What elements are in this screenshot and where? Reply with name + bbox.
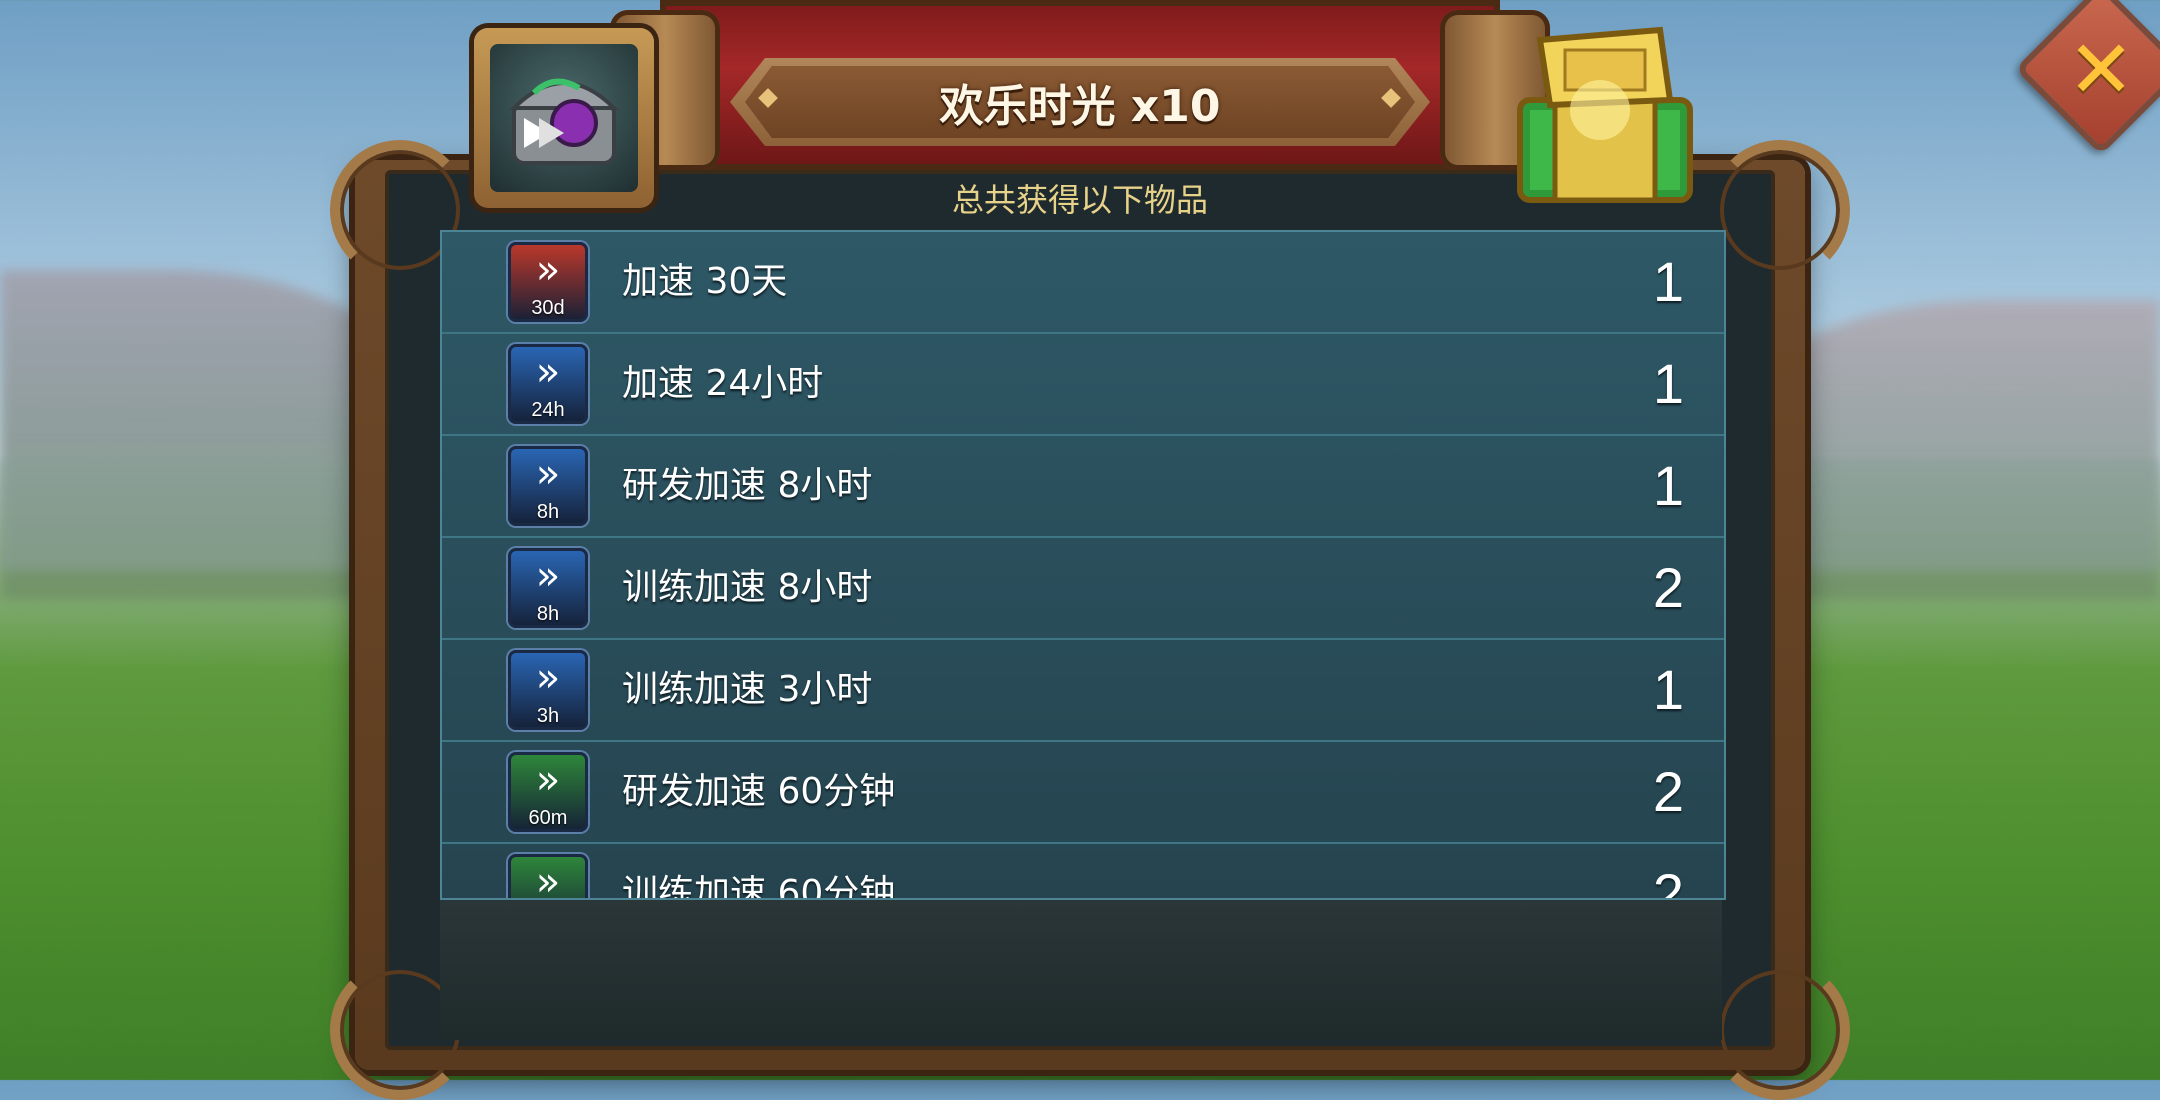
arrow-glyph-icon: »	[535, 859, 561, 900]
item-duration-label: 3h	[536, 705, 560, 727]
item-quantity: 2	[1652, 760, 1684, 823]
arrow-glyph-icon: »	[535, 451, 561, 497]
frame-ornament-bottom-right	[1710, 960, 1850, 1100]
close-icon[interactable]: ✕	[2040, 8, 2160, 130]
item-name: 研发加速 60分钟	[622, 771, 896, 812]
reward-row: » 24h 加速 24小时 1	[442, 334, 1724, 436]
reward-row: » 30d 加速 30天 1	[442, 232, 1724, 334]
speedup-icon: » 30d	[508, 242, 588, 322]
research-speedup-icon: » 60m	[508, 752, 588, 832]
item-quantity: 1	[1652, 352, 1684, 415]
arrow-glyph-icon: »	[535, 349, 561, 395]
item-quantity: 1	[1652, 454, 1684, 517]
item-quantity: 2	[1652, 862, 1684, 900]
item-name: 训练加速 60分钟	[622, 873, 896, 900]
item-duration-label: 60m	[528, 807, 568, 829]
item-name: 训练加速 8小时	[622, 567, 873, 608]
training-speedup-icon: » 8h	[508, 548, 588, 628]
dialog-title: 欢乐时光 x10	[939, 81, 1221, 132]
training-speedup-icon: » 3h	[508, 650, 588, 730]
item-name: 训练加速 3小时	[622, 669, 873, 710]
arrow-glyph-icon: »	[535, 247, 561, 293]
research-speedup-icon: » 8h	[508, 446, 588, 526]
item-duration-label: 30d	[531, 297, 565, 319]
background-wall-right	[1800, 460, 2160, 570]
item-quantity: 1	[1652, 250, 1684, 313]
item-name: 加速 30天	[622, 261, 788, 302]
item-quantity: 1	[1652, 658, 1684, 721]
item-name: 加速 24小时	[622, 363, 824, 404]
background-wall-left	[0, 460, 370, 570]
purple-chest-icon	[490, 44, 638, 192]
item-name: 研发加速 8小时	[622, 465, 873, 506]
reward-list[interactable]: » 30d 加速 30天 1 » 24h 加速 24小时 1 » 8h 研发加速 8小时 1 » 8h 训练…	[440, 230, 1726, 900]
gold-chest-icon	[1517, 26, 1693, 203]
arrow-glyph-icon: »	[535, 757, 561, 803]
arrow-glyph-icon: »	[535, 553, 561, 599]
item-quantity: 2	[1652, 556, 1684, 619]
speedup-icon: » 24h	[508, 344, 588, 424]
arrow-glyph-icon: »	[535, 655, 561, 701]
reward-row: » 8h 研发加速 8小时 1	[442, 436, 1724, 538]
reward-row: » 3h 训练加速 3小时 1	[442, 640, 1724, 742]
training-speedup-icon: »60m	[508, 854, 588, 900]
dialog-bottom-panel	[440, 898, 1722, 1040]
item-duration-label: 8h	[536, 501, 560, 523]
reward-row: »60m 训练加速 60分钟 2	[442, 844, 1724, 900]
item-duration-label: 24h	[531, 399, 565, 421]
reward-row: » 60m 研发加速 60分钟 2	[442, 742, 1724, 844]
item-duration-label: 8h	[536, 603, 560, 625]
reward-row: » 8h 训练加速 8小时 2	[442, 538, 1724, 640]
